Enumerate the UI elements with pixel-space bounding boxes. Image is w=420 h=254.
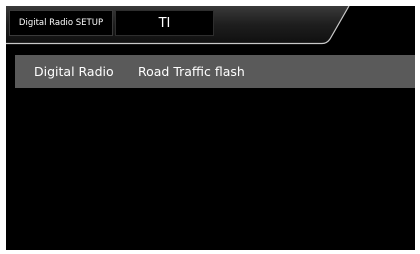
settings-row-value: Road Traffic flash <box>138 64 245 79</box>
setup-tab-label: Digital Radio SETUP <box>18 18 104 28</box>
settings-row-digital-radio[interactable]: Digital Radio Road Traffic flash <box>15 55 415 88</box>
page-title: TI <box>115 10 214 36</box>
screen: Digital Radio SETUP TI Digital Radio Roa… <box>6 6 415 250</box>
digital-radio-setup-tab[interactable]: Digital Radio SETUP <box>9 10 113 36</box>
page-title-text: TI <box>158 15 171 31</box>
settings-row-label: Digital Radio <box>34 64 114 79</box>
